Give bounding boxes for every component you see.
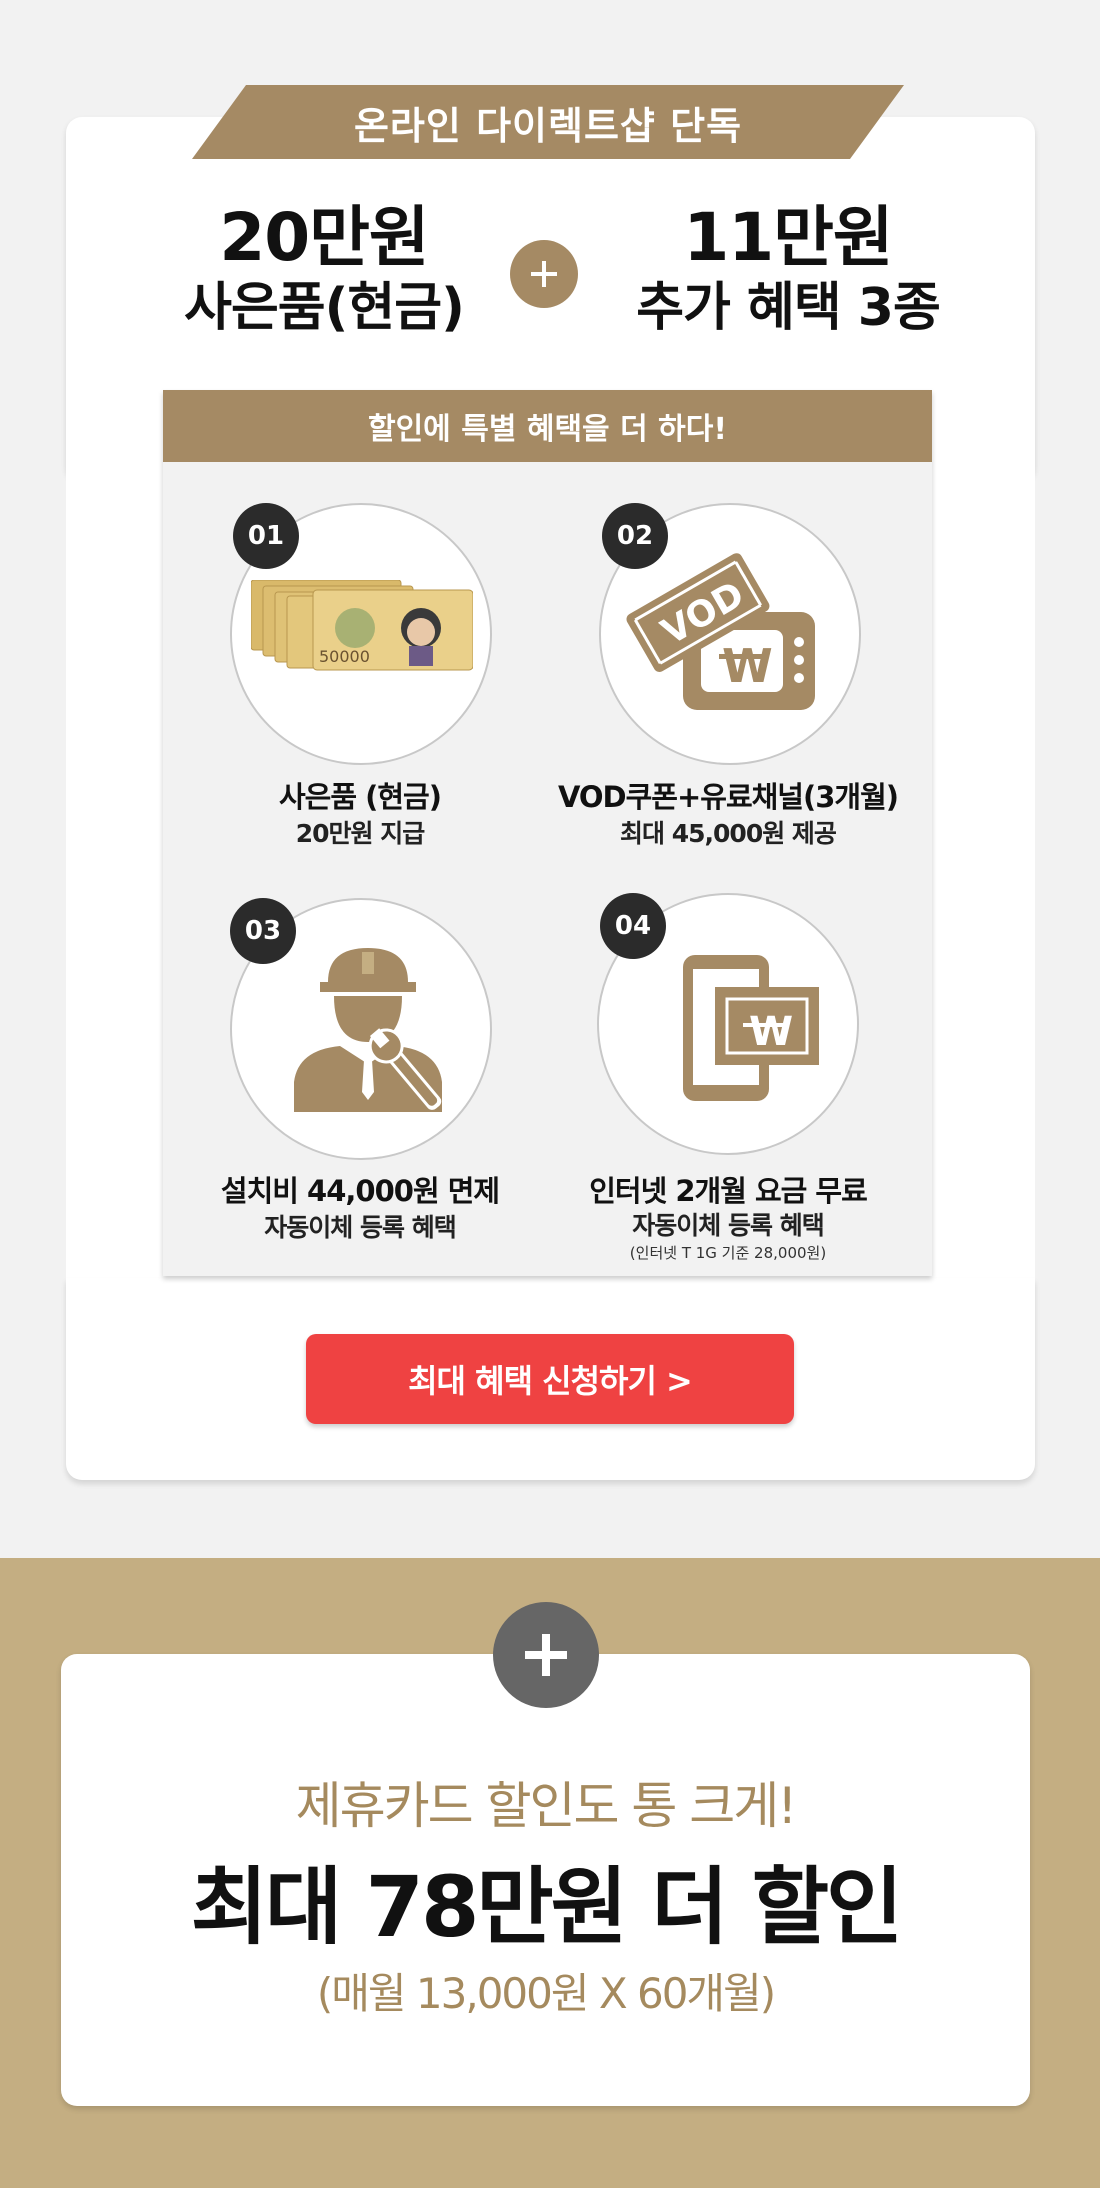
benefit-sub-4: 자동이체 등록 혜택 <box>632 1211 824 1240</box>
extra-benefit-headline: 11만원 추가 혜택 3종 <box>578 200 998 340</box>
cash-gift-label: 사은품(현금) <box>184 278 465 338</box>
benefit-number-1: 01 <box>233 503 299 569</box>
benefit-title-4: 인터넷 2개월 요금 무료 <box>589 1174 868 1208</box>
benefit-title-1: 사은품 (현금) <box>278 780 442 814</box>
cash-gift-amount: 20만원 <box>219 199 429 276</box>
cash-bills-icon: 50000 <box>251 580 473 671</box>
ribbon-label: 온라인 다이렉트샵 단독 <box>353 103 743 148</box>
benefit-box-title: 할인에 특별 혜택을 더 하다! <box>367 412 728 447</box>
card-promo-headline: 최대 78만원 더 할인 <box>190 1858 904 1956</box>
plus-icon <box>493 1602 599 1708</box>
apply-benefits-button[interactable]: 최대 혜택 신청하기 > <box>306 1334 794 1424</box>
benefit-sub-3: 자동이체 등록 혜택 <box>264 1213 456 1242</box>
plus-icon <box>510 240 578 308</box>
svg-text:W: W <box>749 1009 793 1055</box>
card-promo-tagline: 제휴카드 할인도 통 크게! <box>295 1777 798 1835</box>
benefit-number-3: 03 <box>230 898 296 964</box>
extra-benefit-amount: 11만원 <box>683 199 893 276</box>
vod-tv-icon: W VOD <box>626 553 815 710</box>
benefit-number-4: 04 <box>600 893 666 959</box>
benefit-title-3: 설치비 44,000원 면제 <box>220 1174 500 1208</box>
cash-gift-headline: 20만원 사은품(현금) <box>114 200 534 340</box>
benefit-sub-1: 20만원 지급 <box>295 819 426 848</box>
benefit-title-2: VOD쿠폰+유료채널(3개월) <box>557 780 899 814</box>
phone-payment-icon: W <box>683 955 819 1101</box>
card-promo-detail: (매월 13,000원 X 60개월) <box>316 1969 776 2018</box>
exclusive-ribbon: 온라인 다이렉트샵 단독 <box>192 85 904 159</box>
benefit-note-4: (인터넷 T 1G 기준 28,000원) <box>629 1244 827 1262</box>
technician-icon <box>294 948 442 1112</box>
benefit-sub-2: 최대 45,000원 제공 <box>620 819 837 848</box>
extra-benefit-label: 추가 혜택 3종 <box>636 278 941 338</box>
benefit-box-header: 할인에 특별 혜택을 더 하다! <box>163 390 932 462</box>
benefit-box: 할인에 특별 혜택을 더 하다! 01 50000 사은품 (현금) 20만원 … <box>163 390 932 1276</box>
bill-denomination: 50000 <box>319 647 370 666</box>
svg-text:W: W <box>722 639 773 693</box>
